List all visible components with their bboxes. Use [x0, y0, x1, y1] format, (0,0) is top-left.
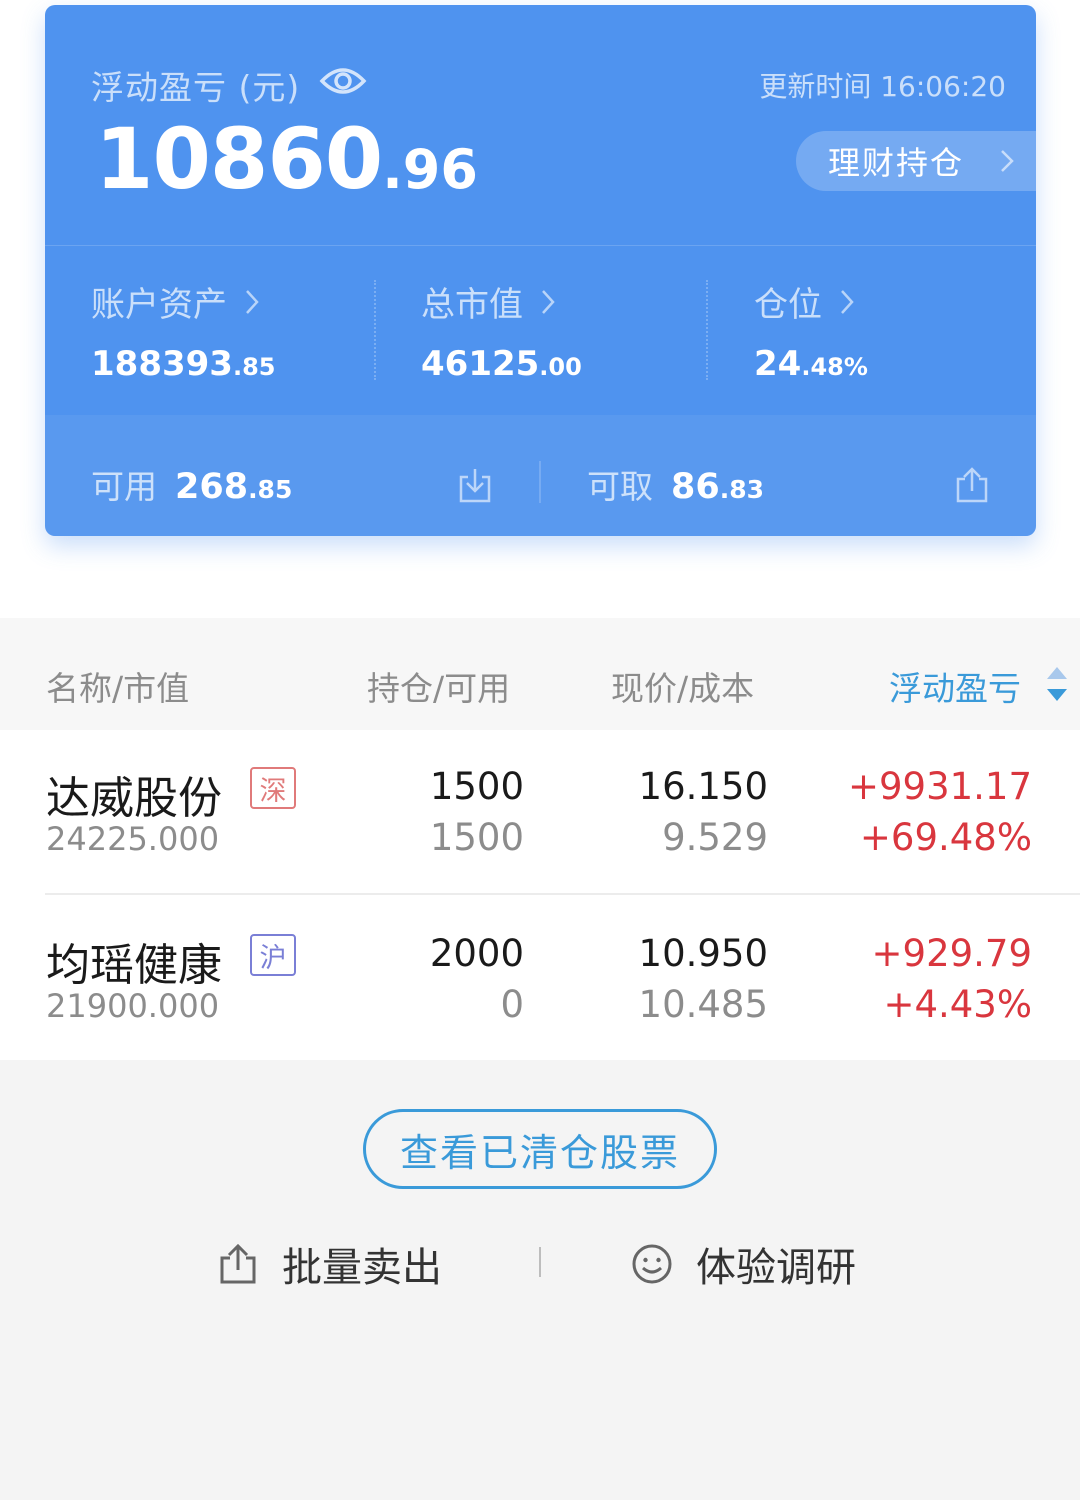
position-qty: 2000: [429, 932, 524, 975]
eye-icon[interactable]: [319, 61, 367, 101]
total-market-value-int: 46125: [421, 344, 540, 384]
available-qty: 0: [500, 983, 524, 1026]
withdrawable-value: 86.83: [671, 467, 764, 507]
position-ratio-int: 24: [754, 344, 802, 384]
position-ratio-value: 24.48%: [754, 344, 868, 384]
available-dec: .85: [248, 475, 293, 504]
cost-price: 10.485: [638, 983, 768, 1026]
header-price-cost[interactable]: 现价/成本: [611, 662, 754, 710]
action-separator: [539, 1247, 541, 1277]
cost-price: 9.529: [662, 816, 768, 859]
chevron-right-icon: [246, 289, 259, 314]
stat-separator: [374, 280, 376, 380]
account-assets-value: 188393.85: [91, 344, 275, 384]
download-icon[interactable]: [455, 465, 495, 505]
update-time: 更新时间 16:06:20: [759, 70, 1006, 103]
pnl-integer: 10860: [95, 110, 383, 208]
funds-separator: [539, 461, 541, 503]
exchange-tag: 深: [250, 767, 296, 809]
batch-sell-button[interactable]: 批量卖出: [216, 1235, 442, 1293]
total-market-value-stat[interactable]: 总市值 46125.00: [421, 277, 582, 384]
total-market-value-label-row: 总市值: [421, 277, 582, 326]
account-assets-label: 账户资产: [91, 285, 227, 325]
available-label: 可用: [91, 467, 157, 506]
smile-icon: [632, 1244, 672, 1284]
available-value: 268.85: [175, 467, 292, 507]
finance-holdings-label: 理财持仓: [828, 144, 965, 182]
available-funds: 可用 268.85: [91, 460, 292, 508]
summary-section: 浮动盈亏 (元) 更新时间 16:06:20 10860.96 理财持仓 账户资…: [0, 0, 1080, 618]
pnl-decimal: .96: [382, 138, 478, 201]
market-value: 21900.000: [46, 987, 220, 1025]
header-name-value[interactable]: 名称/市值: [46, 662, 189, 710]
withdrawable-label: 可取: [587, 467, 653, 506]
pnl-title: 浮动盈亏 (元): [91, 68, 301, 107]
account-assets-int: 188393: [91, 344, 233, 384]
floating-pnl: +929.79: [871, 932, 1032, 975]
floating-pnl-pct: +4.43%: [883, 983, 1032, 1026]
chevron-right-icon: [1001, 150, 1014, 172]
position-qty: 1500: [429, 765, 524, 808]
total-market-value-value: 46125.00: [421, 344, 582, 384]
withdrawable-dec: .83: [719, 475, 765, 504]
survey-button[interactable]: 体验调研: [630, 1235, 856, 1293]
position-ratio-dec: .48%: [801, 353, 868, 381]
chevron-right-icon: [542, 289, 555, 314]
exchange-tag: 沪: [250, 934, 296, 976]
available-int: 268: [175, 467, 249, 507]
withdrawable-int: 86: [671, 467, 720, 507]
position-ratio-stat[interactable]: 仓位 24.48%: [754, 277, 868, 384]
row-divider: [45, 893, 1080, 895]
total-market-value-label: 总市值: [421, 285, 523, 325]
card-divider: [45, 245, 1036, 246]
account-assets-stat[interactable]: 账户资产 188393.85: [91, 277, 275, 384]
account-assets-label-row: 账户资产: [91, 277, 275, 326]
market-value: 24225.000: [46, 820, 220, 858]
finance-holdings-button[interactable]: 理财持仓: [796, 131, 1036, 191]
stock-name: 达威股份: [46, 773, 222, 824]
position-ratio-label: 仓位: [754, 285, 822, 325]
view-cleared-stocks-button[interactable]: 查看已清仓股票: [363, 1109, 717, 1189]
available-qty: 1500: [429, 816, 524, 859]
header-position-available[interactable]: 持仓/可用: [367, 662, 510, 710]
account-assets-dec: .85: [232, 353, 276, 381]
batch-sell-label: 批量卖出: [282, 1245, 442, 1291]
total-market-value-dec: .00: [539, 353, 582, 381]
position-ratio-label-row: 仓位: [754, 277, 868, 326]
floating-pnl-value: 10860.96: [95, 117, 478, 201]
floating-pnl: +9931.17: [847, 765, 1032, 808]
current-price: 16.150: [638, 765, 768, 808]
floating-pnl-pct: +69.48%: [859, 816, 1032, 859]
pnl-summary-card: 浮动盈亏 (元) 更新时间 16:06:20 10860.96 理财持仓 账户资…: [45, 5, 1036, 536]
withdrawable-funds: 可取 86.83: [587, 460, 764, 508]
share-icon: [220, 1243, 256, 1284]
sort-icon[interactable]: [1044, 664, 1070, 704]
survey-label: 体验调研: [696, 1245, 856, 1291]
holdings-page: 浮动盈亏 (元) 更新时间 16:06:20 10860.96 理财持仓 账户资…: [0, 0, 1080, 1500]
current-price: 10.950: [638, 932, 768, 975]
stat-separator: [706, 280, 708, 380]
chevron-right-icon: [841, 289, 854, 314]
header-floating-pnl[interactable]: 浮动盈亏: [889, 662, 1021, 710]
stock-name: 均瑶健康: [46, 940, 222, 991]
upload-icon[interactable]: [952, 465, 992, 505]
